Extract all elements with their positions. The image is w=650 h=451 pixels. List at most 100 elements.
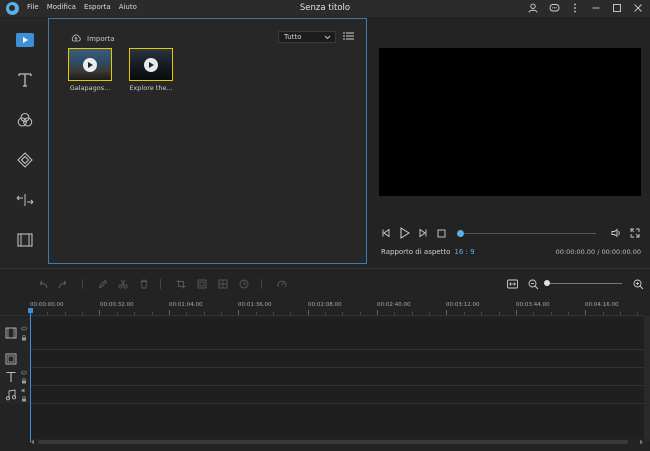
timeline-ruler[interactable]: 00:00:00.00 00:00:32.00 00:01:04.00 00:0… [0,298,644,316]
ruler-label: 00:00:00.00 [30,302,64,308]
ruler-tick [585,310,587,315]
scroll-left-icon[interactable] [30,439,35,445]
music-note-icon [5,389,17,401]
audio-track-lane[interactable] [30,386,644,404]
pip-track-lane[interactable] [30,350,644,368]
media-filter-select[interactable]: Tutto [278,31,336,43]
speed-icon[interactable] [275,277,289,291]
duration-icon[interactable] [237,277,251,291]
ruler-tick [47,312,49,315]
ruler-tick [463,312,465,315]
filters-icon [17,112,33,127]
previous-frame-icon[interactable] [379,226,393,240]
media-library-panel: Importa Tutto Galapagos... Explore the..… [48,18,367,264]
media-thumbnail-explore[interactable] [129,48,173,81]
ruler-tick [238,310,240,315]
empty-timeline-area[interactable] [30,404,644,439]
crop-icon[interactable] [174,277,188,291]
ruler-tick [203,312,205,315]
timeline-horizontal-scrollbar[interactable] [30,439,644,445]
playback-progress-track[interactable] [460,233,596,234]
zoom-out-icon[interactable] [526,277,540,291]
ruler-tick [446,310,448,315]
zoom-in-icon[interactable] [631,277,645,291]
player-controls [368,226,650,242]
media-thumbnail-galapagos[interactable] [68,48,112,81]
cut-icon[interactable] [116,277,130,291]
mute-icon[interactable] [21,388,27,393]
ruler-tick [515,310,517,315]
ruler-tick [151,312,153,315]
lock-icon[interactable] [21,378,27,384]
ruler-tick [567,312,569,315]
overlay-icon [17,152,33,168]
preview-viewer [379,48,641,196]
playback-progress-handle[interactable] [457,230,464,237]
ruler-tick [498,312,500,315]
mosaic-icon[interactable] [216,277,230,291]
eye-icon[interactable] [21,370,27,375]
maximize-icon[interactable] [611,2,623,14]
tool-sidebar [0,18,50,264]
import-button[interactable]: Importa [71,34,115,43]
media-item-label: Explore the... [129,84,173,92]
media-icon [16,33,34,47]
stop-icon[interactable] [434,226,448,240]
text-track-lane[interactable] [30,368,644,386]
play-icon[interactable] [397,226,411,240]
media-item-label: Galapagos... [69,84,111,92]
next-frame-icon[interactable] [416,226,430,240]
volume-icon[interactable] [609,226,623,240]
import-label: Importa [87,34,115,43]
playhead[interactable] [30,309,31,442]
fullscreen-icon[interactable] [628,226,642,240]
text-icon [18,73,32,87]
zoom-slider-handle[interactable] [544,280,550,286]
sidebar-item-transitions[interactable] [0,180,50,220]
ruler-tick [533,312,535,315]
text-track-icon [6,371,16,382]
play-icon [144,58,158,72]
account-icon[interactable] [527,2,539,14]
fit-timeline-icon[interactable] [505,277,519,291]
delete-icon[interactable] [137,277,151,291]
sidebar-item-media[interactable] [0,20,50,60]
sidebar-item-text[interactable] [0,60,50,100]
preview-panel: Rapporto di aspetto 16 : 9 00:00:00.00 / … [368,18,650,264]
timeline-vertical-scrollbar[interactable] [644,316,650,441]
lock-icon[interactable] [21,396,27,402]
aspect-ratio-value[interactable]: 16 : 9 [454,248,474,256]
zoom-slider-track[interactable] [547,283,622,284]
ruler-tick [290,312,292,315]
ruler-tick [637,312,639,315]
sidebar-item-film[interactable] [0,220,50,260]
scrollbar-thumb[interactable] [38,440,628,444]
video-track-lane[interactable] [30,318,644,350]
ruler-label: 00:02:40.00 [377,302,411,308]
video-track-header [0,318,30,350]
edit-icon[interactable] [96,277,110,291]
close-icon[interactable] [632,2,644,14]
ruler-tick [220,312,222,315]
resize-icon[interactable] [195,277,209,291]
pip-track-header [0,350,30,368]
redo-icon[interactable] [56,277,70,291]
minimize-icon[interactable] [590,2,602,14]
ruler-label: 00:01:04.00 [169,302,203,308]
ruler-tick [134,312,136,315]
aspect-ratio: Rapporto di aspetto 16 : 9 [381,248,475,256]
import-icon [71,34,81,42]
undo-icon[interactable] [35,277,49,291]
sidebar-item-overlay[interactable] [0,140,50,180]
filter-value: Tutto [284,33,302,41]
list-view-icon[interactable] [343,31,354,41]
more-options-icon[interactable] [569,2,581,14]
lock-icon[interactable] [21,335,27,341]
title-bar: File Modifica Esporta Aiuto Senza titolo [0,0,650,17]
feedback-icon[interactable] [548,2,560,14]
eye-icon[interactable] [21,326,27,331]
transitions-icon [16,194,34,206]
sidebar-item-filters[interactable] [0,100,50,140]
pip-track-icon [5,353,17,365]
playback-timecode: 00:00:00.00 / 00:00:00.00 [555,248,641,256]
